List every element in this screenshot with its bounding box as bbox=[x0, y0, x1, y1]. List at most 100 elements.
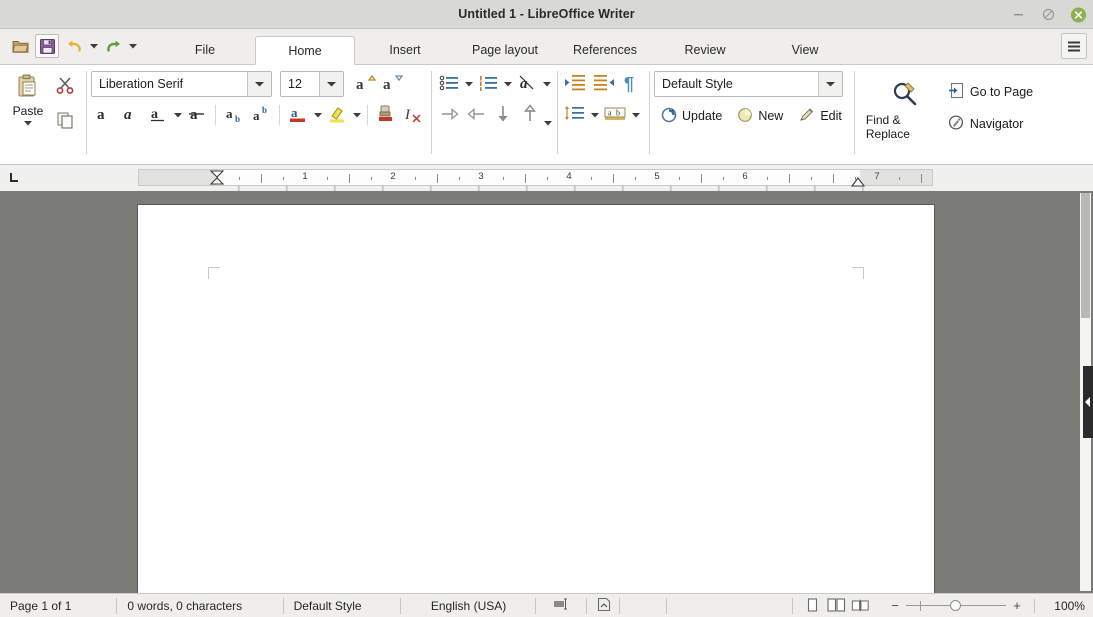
copy-button[interactable] bbox=[52, 108, 78, 134]
promote-outline-button[interactable] bbox=[463, 102, 489, 128]
bold-button[interactable]: a bbox=[91, 102, 117, 128]
lists-overflow-dropdown-icon[interactable] bbox=[542, 110, 553, 136]
go-to-page-label: Go to Page bbox=[970, 85, 1033, 99]
clear-formatting-button[interactable]: I bbox=[400, 102, 426, 128]
unordered-list-dropdown-icon[interactable] bbox=[463, 71, 474, 97]
font-name-dropdown-icon[interactable] bbox=[247, 72, 271, 96]
font-color-dropdown-icon[interactable] bbox=[312, 102, 323, 128]
ordered-list-button[interactable] bbox=[475, 71, 501, 97]
document-page[interactable] bbox=[138, 205, 934, 593]
redo-icon[interactable] bbox=[101, 34, 125, 58]
navigator-button[interactable]: Navigator bbox=[944, 113, 1037, 135]
ordered-list-dropdown-icon[interactable] bbox=[502, 71, 513, 97]
tab-stop-selector[interactable] bbox=[4, 167, 26, 189]
font-size-value[interactable]: 12 bbox=[281, 72, 319, 96]
underline-dropdown-icon[interactable] bbox=[172, 102, 183, 128]
line-spacing-button[interactable] bbox=[562, 102, 588, 128]
status-digital-signature[interactable] bbox=[620, 594, 667, 617]
open-icon[interactable] bbox=[8, 34, 32, 58]
left-indent-marker[interactable] bbox=[209, 170, 225, 188]
find-replace-button[interactable]: Find & Replace bbox=[866, 71, 944, 141]
font-color-button[interactable]: a bbox=[285, 102, 311, 128]
increase-indent-button[interactable] bbox=[562, 71, 589, 97]
subscript-icon: a b bbox=[224, 104, 245, 126]
decrease-font-size-button[interactable]: a bbox=[379, 71, 405, 97]
go-to-page-button[interactable]: Go to Page bbox=[944, 81, 1037, 103]
tab-page-layout[interactable]: Page layout bbox=[455, 36, 555, 65]
status-word-count[interactable]: 0 words, 0 characters bbox=[117, 594, 283, 617]
highlight-color-button[interactable] bbox=[324, 102, 350, 128]
strikethrough-button[interactable]: a bbox=[184, 102, 210, 128]
sidebar-show-handle[interactable] bbox=[1083, 366, 1093, 438]
highlight-dropdown-icon[interactable] bbox=[351, 102, 362, 128]
tab-references[interactable]: References bbox=[555, 36, 655, 65]
zoom-out-button[interactable]: − bbox=[890, 598, 900, 613]
status-selection-mode[interactable] bbox=[536, 594, 587, 617]
font-name-combobox[interactable]: Liberation Serif bbox=[91, 71, 272, 97]
decrease-indent-button[interactable] bbox=[590, 71, 617, 97]
vertical-scrollbar-thumb[interactable] bbox=[1081, 193, 1090, 318]
outline-format-dropdown-icon[interactable] bbox=[541, 71, 552, 97]
zoom-slider[interactable] bbox=[906, 599, 1006, 613]
demote-outline-button[interactable] bbox=[436, 102, 462, 128]
hamburger-menu-icon[interactable] bbox=[1061, 33, 1087, 59]
ribbon-toolbar: Paste bbox=[0, 65, 1093, 165]
minimize-icon[interactable] bbox=[1010, 6, 1027, 23]
svg-text:a: a bbox=[151, 107, 158, 122]
set-paragraph-style-button[interactable]: a b bbox=[601, 102, 629, 128]
update-style-button[interactable]: Update bbox=[654, 104, 729, 128]
zoom-in-button[interactable]: + bbox=[1012, 598, 1022, 613]
tab-view[interactable]: View bbox=[755, 36, 855, 65]
font-size-dropdown-icon[interactable] bbox=[319, 72, 343, 96]
book-view-button[interactable] bbox=[851, 597, 870, 614]
tab-file[interactable]: File bbox=[155, 36, 255, 65]
undo-icon[interactable] bbox=[62, 34, 86, 58]
paste-dropdown-icon[interactable] bbox=[24, 118, 32, 127]
underline-button[interactable]: a bbox=[145, 102, 171, 128]
maximize-icon[interactable] bbox=[1040, 6, 1057, 23]
status-language[interactable]: English (USA) bbox=[401, 594, 536, 617]
status-save-indicator[interactable] bbox=[587, 594, 620, 617]
multi-page-view-button[interactable] bbox=[827, 597, 846, 614]
undo-dropdown-icon[interactable] bbox=[89, 34, 98, 58]
paragraph-style-dropdown-icon[interactable] bbox=[818, 72, 842, 96]
paragraph-style-dropdown-icon[interactable] bbox=[630, 102, 641, 128]
paragraph-style-value[interactable]: Default Style bbox=[655, 72, 818, 96]
tab-home[interactable]: Home bbox=[255, 36, 355, 65]
new-style-button[interactable]: New bbox=[730, 104, 790, 128]
paste-icon bbox=[8, 70, 48, 104]
italic-button[interactable]: a bbox=[118, 102, 144, 128]
text-boundary-top-right bbox=[852, 267, 864, 279]
subscript-button[interactable]: a b bbox=[221, 102, 247, 128]
single-page-view-button[interactable] bbox=[803, 597, 822, 614]
unordered-list-button[interactable] bbox=[436, 71, 462, 97]
redo-dropdown-icon[interactable] bbox=[128, 34, 137, 58]
save-icon[interactable] bbox=[35, 34, 59, 58]
status-page-style[interactable]: Default Style bbox=[284, 594, 401, 617]
edit-style-button[interactable]: Edit bbox=[791, 104, 849, 128]
paste-button[interactable]: Paste bbox=[6, 70, 50, 127]
zoom-percentage[interactable]: 100% bbox=[1047, 599, 1093, 613]
font-size-combobox[interactable]: 12 bbox=[280, 71, 344, 97]
move-up-button[interactable] bbox=[517, 102, 543, 128]
font-name-value[interactable]: Liberation Serif bbox=[92, 72, 247, 96]
status-section-info[interactable] bbox=[667, 594, 793, 617]
formatting-marks-button[interactable]: ¶ bbox=[618, 71, 644, 97]
line-spacing-dropdown-icon[interactable] bbox=[589, 102, 600, 128]
zoom-slider-knob[interactable] bbox=[950, 600, 961, 611]
outline-format-button[interactable]: a bbox=[514, 71, 540, 97]
paintbrush-icon bbox=[376, 104, 396, 126]
move-down-button[interactable] bbox=[490, 102, 516, 128]
document-area[interactable] bbox=[0, 191, 1093, 593]
ruler-number-7: 7 bbox=[874, 171, 879, 182]
clone-formatting-button[interactable] bbox=[373, 102, 399, 128]
cut-button[interactable] bbox=[52, 73, 78, 99]
tab-insert[interactable]: Insert bbox=[355, 36, 455, 65]
paragraph-style-combobox[interactable]: Default Style bbox=[654, 71, 843, 97]
close-icon[interactable] bbox=[1070, 6, 1087, 23]
tab-review[interactable]: Review bbox=[655, 36, 755, 65]
status-page-info[interactable]: Page 1 of 1 bbox=[0, 594, 117, 617]
ruler-number-4: 4 bbox=[566, 171, 571, 182]
increase-font-size-button[interactable]: a bbox=[352, 71, 378, 97]
superscript-button[interactable]: a b bbox=[248, 102, 274, 128]
